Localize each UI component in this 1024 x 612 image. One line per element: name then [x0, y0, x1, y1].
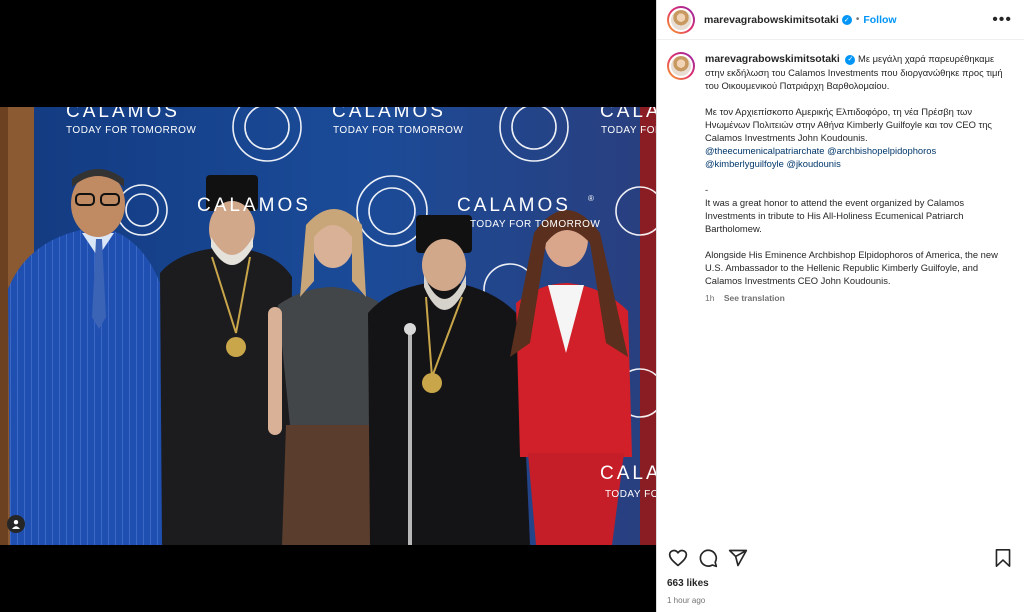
bookmark-icon — [995, 548, 1011, 567]
backdrop-brand: CALAMOS — [600, 463, 656, 484]
post-side-panel: marevagrabowskimitsotaki ✓ • Follow ••• … — [656, 0, 1024, 612]
backdrop-registered: ® — [588, 194, 594, 203]
post-header: marevagrabowskimitsotaki ✓ • Follow ••• — [657, 0, 1024, 40]
backdrop-brand: CALAMOS — [600, 107, 656, 122]
caption-username-link[interactable]: marevagrabowskimitsotaki — [705, 53, 840, 65]
see-translation-link[interactable]: See translation — [724, 293, 785, 303]
caption-english-paragraph-1: It was a great honor to attend the event… — [705, 197, 965, 234]
user-tag-icon — [12, 520, 20, 529]
backdrop-brand: CALAMOS — [197, 195, 311, 216]
heart-icon — [668, 549, 688, 567]
backdrop-brand: CALAMOS — [66, 107, 180, 122]
caption-text: marevagrabowskimitsotaki ✓ Με μεγάλη χαρ… — [705, 52, 1007, 305]
avatar[interactable] — [667, 52, 695, 80]
share-icon — [728, 549, 748, 567]
verified-icon: ✓ — [845, 54, 856, 65]
mention-link[interactable]: @archbishopelpidophoros — [827, 145, 936, 156]
post-photo[interactable]: CALAMOS TODAY FOR TOMORROW CALAMOS TODAY… — [0, 107, 656, 545]
caption-greek-paragraph-2: Με τον Αρχιεπίσκοπο Αμερικής Ελπιδοφόρο,… — [705, 106, 992, 143]
verified-icon: ✓ — [841, 14, 852, 25]
comment-button[interactable] — [697, 547, 719, 569]
save-button[interactable] — [992, 547, 1014, 569]
username-link[interactable]: marevagrabowskimitsotaki — [704, 14, 839, 26]
likes-count[interactable]: 663 likes — [667, 578, 709, 589]
backdrop-tagline: TODAY FOR TOMORROW — [470, 219, 600, 230]
backdrop-brand: CALAMOS — [457, 195, 571, 216]
comment-icon — [699, 549, 718, 568]
instagram-post-viewer: CALAMOS TODAY FOR TOMORROW CALAMOS TODAY… — [0, 0, 1024, 612]
backdrop-tagline: TODAY FOR TOMORROW — [601, 125, 656, 136]
more-icon[interactable]: ••• — [992, 11, 1012, 29]
backdrop-brand: CALAMOS — [332, 107, 446, 122]
action-bar — [667, 545, 1014, 571]
event-photo-illustration: CALAMOS TODAY FOR TOMORROW CALAMOS TODAY… — [0, 107, 656, 545]
caption-dash: - — [705, 184, 709, 195]
post-timestamp[interactable]: 1 hour ago — [667, 596, 705, 605]
like-button[interactable] — [667, 547, 689, 569]
mention-link[interactable]: @theecumenicalpatriarchate — [705, 145, 824, 156]
separator-dot: • — [855, 14, 860, 25]
caption-english-paragraph-2: Alongside His Eminence Archbishop Elpido… — [705, 249, 998, 286]
backdrop-tagline: TODAY FOR TOMORROW — [605, 489, 656, 500]
mention-link[interactable]: @kimberlyguilfoyle — [705, 158, 784, 169]
backdrop-tagline: TODAY FOR TOMORROW — [333, 125, 463, 136]
share-button[interactable] — [727, 547, 749, 569]
caption-meta: 1h See translation — [705, 292, 1007, 305]
post-age: 1h — [705, 293, 715, 303]
follow-button[interactable]: Follow — [863, 14, 896, 26]
caption-section: marevagrabowskimitsotaki ✓ Με μεγάλη χαρ… — [657, 40, 1024, 305]
avatar[interactable] — [667, 5, 695, 34]
mention-link[interactable]: @jkoudounis — [786, 158, 840, 169]
backdrop-tagline: TODAY FOR TOMORROW — [66, 125, 196, 136]
post-media-area: CALAMOS TODAY FOR TOMORROW CALAMOS TODAY… — [0, 0, 656, 612]
user-tag-button[interactable] — [7, 515, 25, 533]
